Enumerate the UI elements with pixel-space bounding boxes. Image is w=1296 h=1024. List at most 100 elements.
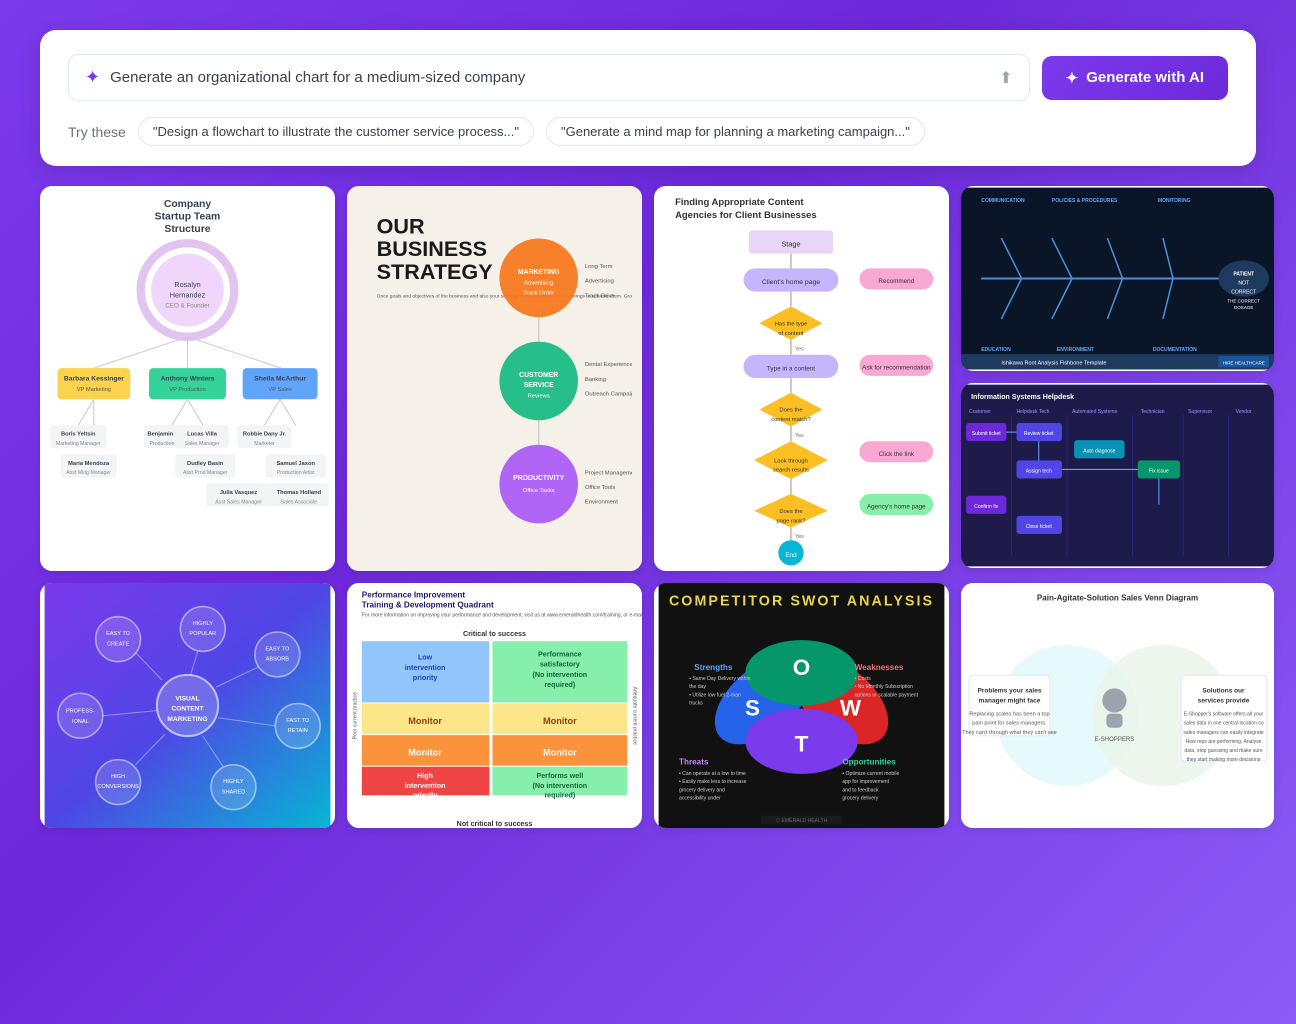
svg-text:Review ticket: Review ticket [1024,431,1054,437]
svg-text:manager might face: manager might face [979,697,1041,704]
svg-text:sales managers can easily inte: sales managers can easily integrate [1183,730,1263,736]
svg-text:Supervisor: Supervisor [1188,409,1212,415]
svg-text:Does the: Does the [779,509,802,515]
card-helpdesk[interactable]: Information Systems Helpdesk Customer He… [961,383,1274,568]
svg-text:W: W [840,696,862,721]
gallery-row-1: Company Startup Team Structure Rosalyn H… [40,186,1256,571]
svg-text:For more information on improv: For more information on improving your p… [362,613,642,619]
svg-text:CEO & Founder: CEO & Founder [165,303,209,310]
svg-text:options or scalable payment: options or scalable payment [855,692,919,698]
svg-text:Barbara Kessinger: Barbara Kessinger [64,376,124,383]
generate-label: Generate with AI [1086,69,1204,86]
svg-text:• Easily make less to increase: • Easily make less to increase [679,779,747,785]
sparkle-icon: ✦ [85,67,100,88]
svg-text:Assign tech: Assign tech [1026,468,1052,474]
svg-text:High: High [417,772,433,780]
svg-text:Does the: Does the [779,408,802,414]
svg-text:Not critical to success: Not critical to success [457,820,533,828]
card-org-chart[interactable]: Company Startup Team Structure Rosalyn H… [40,186,335,571]
svg-text:Poor current practice: Poor current practice [353,692,359,739]
col4: COMMUNICATION POLICIES & PROCEDURES MONI… [961,186,1274,571]
svg-text:Structure: Structure [164,224,210,235]
svg-text:grocery delivery: grocery delivery [842,795,878,801]
svg-text:Monitor: Monitor [543,748,577,758]
card-quadrant[interactable]: Performance Improvement Training & Devel… [347,583,642,828]
svg-text:SERVICE: SERVICE [524,382,554,389]
svg-text:POPULAR: POPULAR [189,631,216,637]
svg-text:They can't through what they c: They can't through what they can't see [962,730,1057,736]
svg-text:⬡ EMERALD HEALTH: ⬡ EMERALD HEALTH [776,818,828,824]
svg-text:EDUCATION: EDUCATION [981,347,1011,353]
svg-text:Auto diagnose: Auto diagnose [1083,448,1115,454]
svg-text:PATIENT: PATIENT [1233,271,1255,277]
svg-text:Sheila McArthur: Sheila McArthur [254,376,306,383]
main-container: ✦ ⬆ ✦ Generate with AI Try these "Design… [0,0,1296,848]
try-label: Try these [68,124,126,140]
card-fishbone[interactable]: COMMUNICATION POLICIES & PROCEDURES MONI… [961,186,1274,371]
svg-text:Anthony Winters: Anthony Winters [161,376,215,383]
svg-text:Ask for recommendation: Ask for recommendation [862,365,931,372]
svg-text:Problems your sales: Problems your sales [977,687,1041,694]
svg-text:Low: Low [418,654,433,662]
svg-text:the day: the day [689,684,706,690]
svg-text:Hernandez: Hernandez [170,290,206,299]
svg-text:Agency's home page: Agency's home page [867,504,926,511]
svg-text:Training & Development Quadran: Training & Development Quadrant [362,601,494,610]
search-input[interactable] [110,69,989,86]
strategy-inner: OUR BUSINESS STRATEGY Once goals and obj… [347,186,642,571]
svg-text:Maria Mendoza: Maria Mendoza [68,461,110,467]
svg-text:Submit ticket: Submit ticket [972,431,1001,437]
card-flowchart[interactable]: Finding Appropriate Content Agencies for… [654,186,949,571]
upload-icon[interactable]: ⬆ [999,68,1012,88]
svg-text:EASY TO: EASY TO [265,646,290,652]
svg-text:ENVIRONMENT: ENVIRONMENT [1057,347,1095,353]
suggestion-chip-2[interactable]: "Generate a mind map for planning a mark… [546,117,925,146]
svg-text:Monitor: Monitor [543,716,577,726]
svg-text:• Optimize current mobile: • Optimize current mobile [842,771,899,777]
svg-text:Asst Sales Manager: Asst Sales Manager [215,499,262,505]
svg-text:MONITORING: MONITORING [1158,198,1191,204]
svg-text:of content: of content [778,331,804,337]
svg-text:CUSTOMER: CUSTOMER [519,372,558,379]
svg-text:they start making more decisio: they start making more decisions [1187,757,1261,763]
svg-text:Rosalyn: Rosalyn [174,280,200,289]
svg-text:DOCUMENTATION: DOCUMENTATION [1153,347,1197,353]
svg-text:Yes: Yes [795,347,804,353]
gallery: Company Startup Team Structure Rosalyn H… [40,186,1256,828]
svg-text:COMMUNICATION: COMMUNICATION [981,198,1025,204]
svg-text:Track Drive: Track Drive [585,293,615,299]
svg-text:Dental Experience: Dental Experience [585,362,632,368]
svg-text:S: S [745,696,760,721]
svg-text:Sales Manager: Sales Manager [185,441,220,447]
svg-text:EASY TO: EASY TO [106,631,131,637]
svg-text:How reps are performing. Analy: How reps are performing. Analyse [1186,739,1262,745]
svg-text:Pain-Agitate-Solution Sales Ve: Pain-Agitate-Solution Sales Venn Diagram [1037,593,1198,602]
card-venn[interactable]: Pain-Agitate-Solution Sales Venn Diagram… [961,583,1274,828]
suggestion-chip-1[interactable]: "Design a flowchart to illustrate the cu… [138,117,534,146]
svg-text:Has the type: Has the type [775,321,807,327]
svg-text:POLICIES & PROCEDURES: POLICIES & PROCEDURES [1052,198,1118,204]
svg-text:Production Artist: Production Artist [277,470,315,476]
svg-text:PRODUCTIVITY: PRODUCTIVITY [513,475,564,482]
svg-text:Long Term: Long Term [585,264,613,270]
svg-text:Automated Systems: Automated Systems [1072,409,1118,415]
search-bar: ✦ ⬆ ✦ Generate with AI [68,54,1228,101]
svg-text:Office Tasks: Office Tasks [523,488,555,494]
svg-text:required): required) [544,791,576,799]
svg-text:VP Sales: VP Sales [268,387,292,393]
search-input-wrapper[interactable]: ✦ ⬆ [68,54,1030,101]
svg-text:Customer: Customer [969,409,991,415]
svg-text:Weaknesses: Weaknesses [855,663,904,672]
generate-button[interactable]: ✦ Generate with AI [1042,56,1228,100]
svg-text:O: O [793,655,810,680]
svg-text:Outreach Campaign: Outreach Campaign [585,392,632,398]
card-business-strategy[interactable]: OUR BUSINESS STRATEGY Once goals and obj… [347,186,642,571]
card-mindmap[interactable]: VISUAL CONTENT MARKETING EASY TO CREATE … [40,583,335,828]
svg-text:(No intervention: (No intervention [533,782,588,790]
svg-text:Close ticket: Close ticket [1026,524,1053,530]
svg-text:services provide: services provide [1198,697,1250,704]
card-swot[interactable]: COMPETITOR SWOT ANALYSIS S W T O [654,583,949,828]
svg-text:Asst Prod Manager: Asst Prod Manager [183,470,228,476]
svg-text:THE CORRECT: THE CORRECT [1227,299,1260,304]
svg-text:• Costs: • Costs [855,676,872,682]
